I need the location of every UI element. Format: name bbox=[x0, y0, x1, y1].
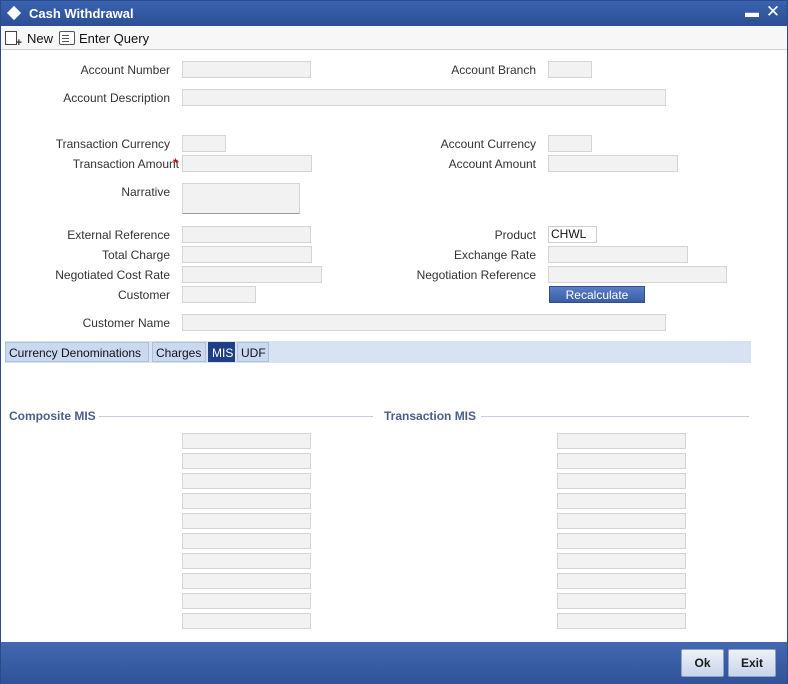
tab-mis[interactable]: MIS bbox=[208, 342, 235, 362]
exchange-rate-field[interactable] bbox=[548, 246, 688, 263]
product-field[interactable]: CHWL bbox=[548, 226, 597, 243]
transaction-mis-field[interactable] bbox=[557, 433, 686, 449]
account-description-field[interactable] bbox=[182, 89, 666, 106]
account-currency-field[interactable] bbox=[548, 135, 592, 152]
transaction-mis-field[interactable] bbox=[557, 473, 686, 489]
new-label: New bbox=[27, 30, 54, 46]
exchange-rate-label: Exchange Rate bbox=[453, 248, 536, 262]
minimize-button[interactable]: ▬ bbox=[745, 3, 759, 21]
transaction-mis-field[interactable] bbox=[557, 513, 686, 529]
tab-bar: Currency Denominations Charges MIS UDF bbox=[5, 341, 751, 363]
window-diamond-icon bbox=[6, 5, 22, 21]
composite-mis-field[interactable] bbox=[182, 493, 311, 509]
transaction-mis-field[interactable] bbox=[557, 493, 686, 509]
transaction-currency-label: Transaction Currency bbox=[55, 137, 170, 151]
new-button[interactable]: New bbox=[5, 29, 54, 49]
transaction-mis-heading: Transaction MIS bbox=[384, 409, 477, 423]
account-currency-label: Account Currency bbox=[440, 137, 536, 151]
composite-mis-field[interactable] bbox=[182, 433, 311, 449]
account-branch-label: Account Branch bbox=[451, 63, 536, 77]
transaction-mis-field[interactable] bbox=[557, 453, 686, 469]
total-charge-field[interactable] bbox=[182, 246, 312, 263]
transaction-mis-field[interactable] bbox=[557, 533, 686, 549]
query-icon bbox=[59, 31, 75, 45]
composite-mis-divider bbox=[99, 416, 373, 417]
customer-name-label: Customer Name bbox=[82, 316, 170, 330]
tab-udf[interactable]: UDF bbox=[237, 342, 269, 362]
narrative-label: Narrative bbox=[121, 185, 170, 199]
transaction-mis-field[interactable] bbox=[557, 613, 686, 629]
account-number-field[interactable] bbox=[182, 61, 311, 78]
account-amount-label: Account Amount bbox=[448, 157, 536, 171]
close-button[interactable]: ✕ bbox=[765, 2, 781, 22]
composite-mis-field[interactable] bbox=[182, 473, 311, 489]
customer-name-field[interactable] bbox=[182, 314, 666, 331]
external-reference-label: External Reference bbox=[67, 228, 170, 242]
composite-mis-heading: Composite MIS bbox=[9, 409, 96, 423]
product-label: Product bbox=[494, 228, 536, 242]
composite-mis-field[interactable] bbox=[182, 573, 311, 589]
recalculate-button[interactable]: Recalculate bbox=[549, 286, 645, 303]
transaction-amount-field[interactable] bbox=[182, 155, 312, 172]
ok-button[interactable]: Ok bbox=[681, 649, 724, 677]
cash-withdrawal-window: Cash Withdrawal ▬ ✕ New Enter Query Acco… bbox=[0, 0, 788, 684]
account-amount-field[interactable] bbox=[548, 155, 678, 172]
negotiated-cost-rate-label: Negotiated Cost Rate bbox=[55, 268, 170, 282]
tab-currency-denominations[interactable]: Currency Denominations bbox=[5, 342, 149, 362]
account-branch-field[interactable] bbox=[548, 61, 592, 78]
transaction-mis-divider bbox=[481, 416, 749, 417]
toolbar: New Enter Query bbox=[1, 26, 787, 50]
transaction-currency-field[interactable] bbox=[182, 135, 226, 152]
negotiation-reference-label: Negotiation Reference bbox=[416, 268, 536, 282]
composite-mis-field[interactable] bbox=[182, 593, 311, 609]
account-description-label: Account Description bbox=[63, 91, 170, 105]
composite-mis-field[interactable] bbox=[182, 553, 311, 569]
narrative-field[interactable] bbox=[182, 183, 300, 214]
enter-query-button[interactable]: Enter Query bbox=[59, 29, 149, 47]
customer-field[interactable] bbox=[182, 286, 256, 303]
account-number-label: Account Number bbox=[80, 63, 170, 77]
composite-mis-field[interactable] bbox=[182, 513, 311, 529]
negotiated-cost-rate-field[interactable] bbox=[182, 266, 322, 283]
tab-charges[interactable]: Charges bbox=[152, 342, 206, 362]
customer-label: Customer bbox=[117, 288, 170, 302]
transaction-mis-field[interactable] bbox=[557, 593, 686, 609]
external-reference-field[interactable] bbox=[182, 226, 311, 243]
new-document-icon bbox=[5, 31, 22, 49]
composite-mis-field[interactable] bbox=[182, 613, 311, 629]
transaction-mis-field[interactable] bbox=[557, 573, 686, 589]
window-title: Cash Withdrawal bbox=[29, 6, 134, 21]
enter-query-label: Enter Query bbox=[79, 30, 150, 46]
transaction-amount-label: Transaction Amount bbox=[72, 157, 179, 171]
title-bar: Cash Withdrawal ▬ ✕ bbox=[1, 1, 787, 26]
transaction-mis-field[interactable] bbox=[557, 553, 686, 569]
composite-mis-field[interactable] bbox=[182, 533, 311, 549]
total-charge-label: Total Charge bbox=[101, 248, 170, 262]
composite-mis-field[interactable] bbox=[182, 453, 311, 469]
footer-bar: Ok Exit bbox=[1, 642, 787, 684]
required-indicator: * bbox=[173, 156, 178, 170]
negotiation-reference-field[interactable] bbox=[548, 266, 727, 283]
exit-button[interactable]: Exit bbox=[728, 649, 776, 677]
